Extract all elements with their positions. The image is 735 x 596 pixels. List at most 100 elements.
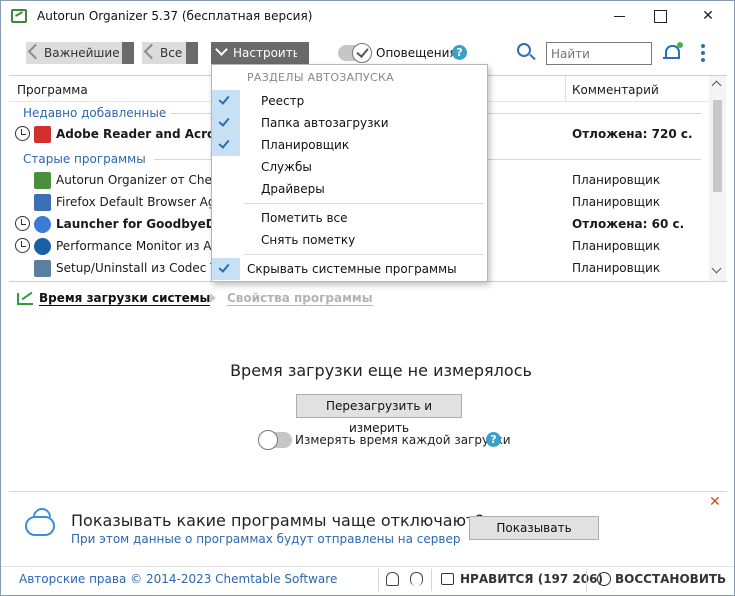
tab-program-properties[interactable]: Свойства программы (227, 291, 373, 306)
setup-dropdown-menu: РАЗДЕЛЫ АВТОЗАПУСКА Реестр Папка автозаг… (211, 64, 488, 282)
important-filter-button[interactable]: Важнейшие (26, 42, 134, 64)
program-name: Launcher for GoodbyeDPI от (56, 217, 216, 231)
more-menu-icon[interactable] (701, 44, 705, 62)
program-comment: Планировщик (572, 239, 661, 253)
program-comment: Планировщик (572, 195, 661, 209)
delayed-clock-icon (15, 126, 30, 141)
status-divider (378, 569, 379, 591)
window-title: Autorun Organizer 5.37 (бесплатная верси… (37, 9, 313, 23)
promo-title: Показывать какие программы чаще отключаю… (71, 511, 484, 530)
group-recently-added: Недавно добавленные (23, 106, 167, 120)
delayed-clock-icon (15, 216, 30, 231)
menu-item-label: Пометить все (261, 211, 348, 225)
promo-panel: Показывать какие программы чаще отключаю… (9, 491, 727, 561)
toggle-knob (258, 430, 278, 450)
theme-icon[interactable] (386, 572, 399, 586)
search-input[interactable] (546, 42, 652, 65)
like-button[interactable]: НРАВИТСЯ (197 206) (460, 572, 603, 586)
copyright-link[interactable]: Авторские права © 2014-2023 Chemtable So… (19, 572, 337, 586)
promo-subtitle[interactable]: При этом данные о программах будут отпра… (71, 532, 460, 546)
menu-item-label: Папка автозагрузки (261, 116, 389, 130)
cloud-icon (25, 516, 55, 536)
menu-item-mark-all[interactable]: Пометить все (212, 207, 487, 229)
notifications-label: Оповещения (376, 46, 457, 60)
check-strip (212, 134, 240, 156)
maximize-button[interactable] (637, 1, 683, 32)
autorun-icon (34, 172, 51, 189)
menu-item-startup-folder[interactable]: Папка автозагрузки (212, 112, 487, 134)
menu-separator (244, 254, 484, 255)
chart-icon (17, 293, 33, 305)
firefox-agent-icon (34, 194, 51, 211)
menu-item-hide-system[interactable]: Скрывать системные программы (212, 258, 487, 280)
program-name: Adobe Reader and Acrobat Manager (56, 127, 216, 141)
menu-item-label: Драйверы (261, 182, 325, 196)
back-arrow-icon (143, 43, 160, 60)
delayed-clock-icon (15, 238, 30, 253)
menu-item-unmark[interactable]: Снять пометку (212, 229, 487, 251)
goodbyedpi-icon (34, 216, 51, 233)
restore-icon (597, 572, 611, 586)
help-icon[interactable]: ? (452, 45, 467, 60)
chevron-down-icon (215, 43, 228, 56)
menu-item-label: Службы (261, 160, 312, 174)
status-divider (586, 569, 587, 591)
notifications-toggle[interactable] (338, 43, 372, 63)
scroll-down-icon[interactable] (711, 263, 722, 274)
column-program[interactable]: Программа (17, 83, 88, 97)
program-name: Firefox Default Browser Agent (56, 195, 216, 209)
search-icon[interactable] (517, 43, 531, 57)
restore-button[interactable]: ВОССТАНОВИТЬ (615, 572, 726, 586)
menu-item-scheduler[interactable]: Планировщик (212, 134, 487, 156)
menu-section-header: РАЗДЕЛЫ АВТОЗАПУСКА (247, 71, 394, 84)
column-comment[interactable]: Комментарий (572, 83, 659, 97)
headset-icon[interactable] (410, 572, 423, 586)
measure-each-boot-toggle[interactable] (258, 430, 292, 450)
app-logo-icon (11, 9, 27, 23)
close-button[interactable]: ✕ (685, 1, 731, 32)
separator (186, 42, 198, 64)
program-comment: Планировщик (572, 261, 661, 275)
performance-monitor-icon (34, 238, 51, 255)
menu-item-services[interactable]: Службы (212, 156, 487, 178)
scroll-up-icon[interactable] (711, 80, 722, 91)
show-button[interactable]: Показывать (469, 516, 599, 540)
setup-icon (34, 260, 51, 277)
list-scrollbar[interactable] (709, 76, 726, 281)
setup-label: Настроить (233, 46, 300, 60)
help-icon[interactable]: ? (486, 432, 501, 447)
menu-item-drivers[interactable]: Драйверы (212, 178, 487, 200)
status-bar: Авторские права © 2014-2023 Chemtable So… (1, 566, 734, 595)
group-old-programs: Старые программы (23, 152, 146, 166)
menu-item-label: Снять пометку (261, 233, 356, 247)
notification-dot (677, 42, 683, 48)
menu-separator (244, 203, 484, 204)
restart-and-measure-button[interactable]: Перезагрузить и измерить (296, 394, 462, 435)
app-window: Autorun Organizer 5.37 (бесплатная верси… (0, 0, 735, 596)
measure-each-boot-label: Измерять время каждой загрузки (295, 433, 511, 447)
status-divider (431, 569, 432, 591)
program-comment: Отложена: 720 с. (572, 127, 693, 141)
menu-item-label: Планировщик (261, 138, 350, 152)
title-bar: Autorun Organizer 5.37 (бесплатная верси… (1, 1, 734, 32)
check-strip (212, 90, 240, 112)
check-strip (212, 112, 240, 134)
checkmark-icon (218, 93, 230, 105)
toggle-knob (352, 43, 372, 63)
program-comment: Планировщик (572, 173, 661, 187)
program-name: Setup/Uninstall из Codec Tweak (56, 261, 216, 275)
scroll-thumb[interactable] (713, 100, 722, 192)
checkmark-icon (218, 115, 230, 127)
tab-boot-time[interactable]: Время загрузки системы (39, 291, 211, 306)
check-strip (212, 258, 240, 280)
boot-time-message: Время загрузки еще не измерялось (230, 361, 532, 380)
all-filter-label: Все (160, 46, 183, 60)
setup-button[interactable]: Настроить (211, 42, 300, 64)
close-promo-icon[interactable]: ✕ (709, 494, 721, 510)
menu-item-label: Скрывать системные программы (247, 262, 457, 276)
menu-item-label: Реестр (261, 94, 305, 108)
important-filter-label: Важнейшие (44, 46, 120, 60)
thumbs-up-icon (441, 573, 454, 585)
menu-item-registry[interactable]: Реестр (212, 90, 487, 112)
checkmark-icon (218, 261, 230, 273)
